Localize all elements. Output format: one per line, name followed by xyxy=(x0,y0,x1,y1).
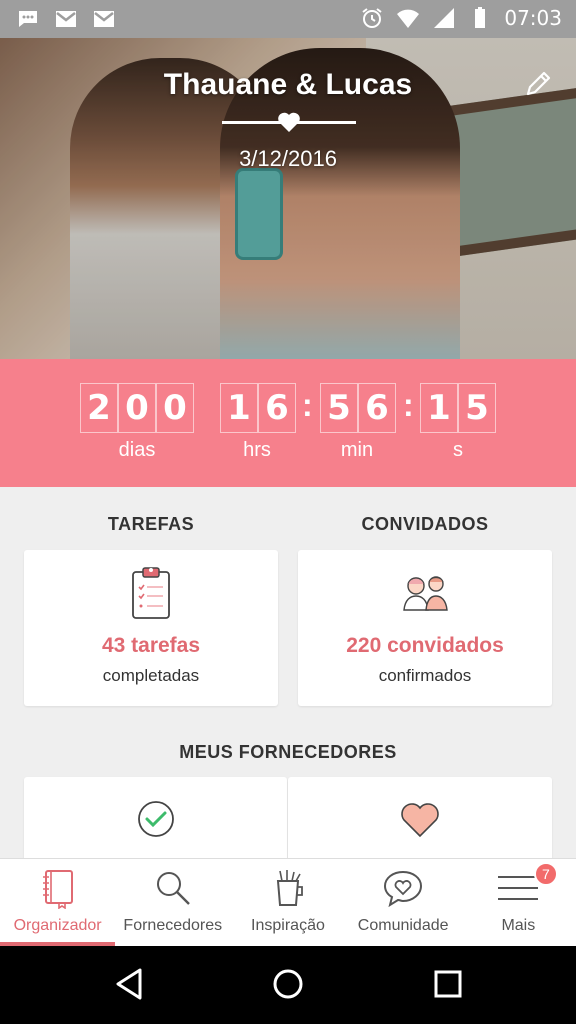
seconds-label: s xyxy=(453,439,463,461)
wifi-icon xyxy=(397,9,420,28)
nav-inspiracao[interactable]: Inspiração xyxy=(230,859,345,946)
search-icon xyxy=(156,872,190,905)
checkmark-circle-icon xyxy=(137,801,174,837)
nav-mais[interactable]: 7 Mais xyxy=(461,859,576,946)
alarm-icon xyxy=(362,8,382,28)
guests-count: 220 convidados xyxy=(346,634,504,657)
clock: 07:03 xyxy=(504,6,562,30)
heart-icon xyxy=(401,803,439,838)
wedding-countdown: 2 0 0 1 6 : 5 6 : 1 5 dias hrs min s xyxy=(0,359,576,487)
countdown-days: 2 0 0 xyxy=(80,383,194,433)
couple-names: Thauane & Lucas xyxy=(163,68,413,101)
chat-heart-icon xyxy=(384,870,423,908)
vendors-section-title: MEUS FORNECEDORES xyxy=(179,742,397,762)
battery-icon xyxy=(475,7,486,28)
status-bar: 07:03 xyxy=(0,0,576,38)
notebook-icon xyxy=(42,870,73,909)
vendors-favorites-card[interactable] xyxy=(288,777,552,867)
countdown-minutes: 5 6 xyxy=(320,383,396,433)
clipboard-checklist-icon xyxy=(132,567,170,619)
tasks-section-title: TAREFAS xyxy=(107,514,195,534)
home-icon[interactable] xyxy=(270,966,306,1002)
bottom-navigation: Organizador Fornecedores Inspiração Comu… xyxy=(0,858,576,946)
guests-couple-icon xyxy=(403,576,448,611)
recents-icon[interactable] xyxy=(430,966,466,1002)
signal-icon xyxy=(434,8,455,28)
gmail-icon xyxy=(56,11,76,27)
guests-card[interactable]: 220 convidados confirmados xyxy=(298,550,552,706)
couple-photo-header: Thauane & Lucas 3/12/2016 xyxy=(0,38,576,359)
nav-organizador[interactable]: Organizador xyxy=(0,859,116,946)
edit-pencil-icon[interactable] xyxy=(524,68,554,98)
tasks-sub: completadas xyxy=(102,666,200,685)
nav-fornecedores[interactable]: Fornecedores xyxy=(115,859,230,946)
back-icon[interactable] xyxy=(112,966,148,1002)
gmail-icon xyxy=(94,11,114,27)
guests-section-title: CONVIDADOS xyxy=(361,514,489,534)
tasks-card[interactable]: 43 tarefas completadas xyxy=(24,550,278,706)
days-label: dias xyxy=(118,439,156,461)
countdown-hours: 1 6 xyxy=(220,383,296,433)
notification-badge: 7 xyxy=(533,862,558,886)
tasks-count: 43 tarefas xyxy=(101,634,201,657)
vendors-hired-card[interactable] xyxy=(24,777,287,867)
wedding-date: 3/12/2016 xyxy=(239,146,337,171)
cup-icon xyxy=(276,870,303,906)
heart-icon xyxy=(278,112,300,132)
minutes-label: min xyxy=(340,439,374,461)
guests-sub: confirmados xyxy=(378,666,472,685)
chat-notification-icon xyxy=(19,11,37,27)
countdown-seconds: 1 5 xyxy=(420,383,496,433)
hours-label: hrs xyxy=(243,439,271,461)
system-navigation-bar xyxy=(0,946,576,1024)
nav-comunidade[interactable]: Comunidade xyxy=(346,859,461,946)
